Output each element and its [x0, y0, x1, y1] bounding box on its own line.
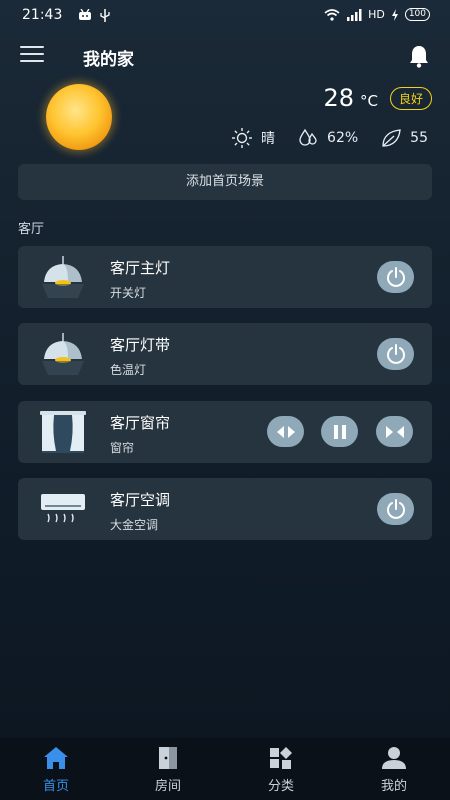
curtain-open-button[interactable]	[267, 416, 304, 447]
tab-label: 首页	[42, 779, 69, 794]
weather-condition: 晴	[261, 131, 276, 147]
home-icon	[44, 747, 68, 769]
air-conditioner-icon	[41, 494, 85, 523]
tab-profile[interactable]: 我的	[338, 738, 450, 800]
tab-category[interactable]: 分类	[225, 738, 337, 800]
temperature-value: 28	[323, 84, 354, 112]
power-icon	[386, 344, 405, 364]
power-button[interactable]	[377, 338, 414, 370]
curtain-close-button[interactable]	[376, 416, 413, 447]
battery-level: 100	[404, 8, 430, 21]
sunny-icon	[232, 128, 253, 148]
device-type: 窗帘	[110, 441, 135, 455]
status-time: 21:43	[22, 7, 63, 23]
air-quality-badge: 良好	[389, 87, 432, 110]
device-type: 色温灯	[110, 363, 147, 377]
humidity-icon	[299, 128, 317, 146]
power-icon	[386, 267, 405, 287]
usb-icon	[100, 9, 110, 22]
open-arrows-icon	[276, 425, 295, 438]
humidity-value: 62%	[327, 130, 359, 146]
sun-icon	[46, 84, 112, 150]
status-bar: 21:43 HD 100	[0, 0, 450, 32]
close-arrows-icon	[385, 425, 404, 438]
tab-label: 我的	[380, 779, 407, 794]
tab-label: 分类	[267, 779, 294, 794]
charging-icon	[391, 8, 398, 21]
curtain-pause-button[interactable]	[321, 416, 358, 447]
device-type: 开关灯	[110, 286, 147, 300]
add-home-scene-button[interactable]: 添加首页场景	[18, 164, 432, 200]
weather-details: 晴 62% 55	[231, 127, 428, 149]
door-icon	[159, 747, 177, 769]
android-debug-icon	[79, 9, 91, 20]
device-card-air-conditioner[interactable]: 客厅空调 大金空调	[18, 478, 432, 540]
ceiling-lamp-icon	[42, 256, 84, 298]
pause-icon	[333, 424, 346, 439]
device-card-light-strip[interactable]: 客厅灯带 色温灯	[18, 323, 432, 385]
aqi-value: 55	[410, 130, 428, 146]
wifi-icon	[324, 8, 340, 21]
temperature-row: 28 °C 良好	[323, 84, 432, 113]
device-name: 客厅主灯	[110, 259, 171, 277]
room-label: 客厅	[18, 222, 45, 237]
signal-icon	[347, 8, 362, 21]
tab-label: 房间	[154, 779, 181, 794]
app-header: 我的家	[0, 38, 450, 74]
power-button[interactable]	[377, 261, 414, 293]
curtain-icon	[40, 411, 86, 453]
device-card-curtain[interactable]: 客厅窗帘 窗帘	[18, 401, 432, 463]
power-button[interactable]	[377, 493, 414, 525]
device-name: 客厅窗帘	[110, 414, 171, 432]
menu-icon[interactable]	[20, 46, 44, 66]
tab-home[interactable]: 首页	[0, 738, 112, 800]
temperature-unit: °C	[360, 92, 378, 110]
page-title: 我的家	[83, 50, 134, 70]
category-icon	[270, 747, 292, 769]
ceiling-lamp-icon	[42, 333, 84, 375]
device-card-main-light[interactable]: 客厅主灯 开关灯	[18, 246, 432, 308]
bottom-tab-bar: 首页 房间 分类 我的	[0, 738, 450, 800]
user-icon	[382, 747, 406, 769]
tab-rooms[interactable]: 房间	[112, 738, 224, 800]
leaf-icon	[382, 129, 401, 147]
device-name: 客厅空调	[110, 491, 171, 509]
device-name: 客厅灯带	[110, 336, 171, 354]
device-type: 大金空调	[110, 518, 159, 532]
power-icon	[386, 499, 405, 519]
network-type: HD	[368, 8, 385, 21]
bell-icon[interactable]	[408, 44, 430, 68]
